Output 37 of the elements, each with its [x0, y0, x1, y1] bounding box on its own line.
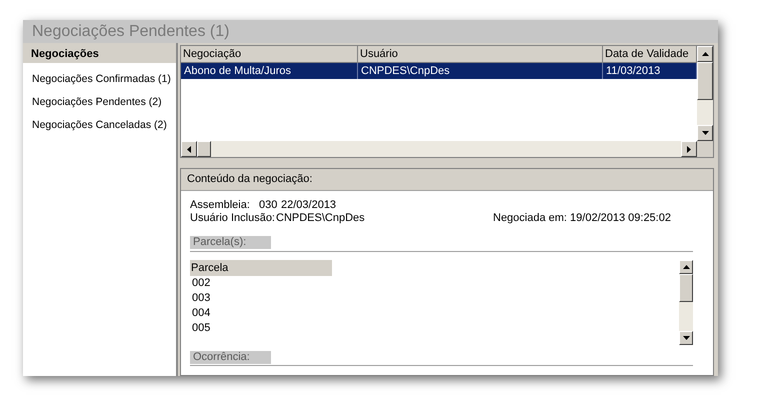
sidebar-link[interactable]: Negociações Confirmadas (1) — [32, 72, 171, 87]
scroll-thumb[interactable] — [697, 62, 713, 100]
table-cell: Abono de Multa/Juros — [181, 63, 358, 79]
user-label: Usuário Inclusão: — [190, 211, 276, 226]
table-cell: 004 — [192, 306, 210, 320]
table-cell: 003 — [192, 290, 210, 306]
sidebar-link[interactable]: Negociações Pendentes (2) — [32, 95, 162, 110]
negotiated-date: Negociada em: 19/02/2013 09:25:02 — [493, 211, 671, 226]
scroll-thumb[interactable] — [679, 274, 693, 302]
scroll-down-icon[interactable] — [697, 125, 713, 141]
table-cell: CNPDES\CnpDes — [358, 63, 603, 79]
scroll-left-icon[interactable] — [181, 141, 197, 157]
table-row[interactable]: Abono de Multa/Juros CNPDES\CnpDes 11/03/2013 — [181, 63, 697, 79]
scroll-down-icon[interactable] — [679, 330, 693, 344]
assembly-label: Assembleia: — [190, 198, 251, 212]
occurrence-label: Ocorrência: — [190, 350, 271, 364]
scrollbar-corner — [697, 141, 713, 157]
assembly-number: 030 — [259, 198, 278, 213]
vertical-scrollbar[interactable] — [679, 260, 693, 344]
user-value: CNPDES\CnpDes — [276, 211, 366, 226]
scroll-up-icon[interactable] — [679, 260, 693, 274]
window-title: Negociações Pendentes (1) — [32, 22, 230, 42]
vertical-scrollbar[interactable] — [697, 46, 713, 141]
installments-label: Parcela(s): — [190, 236, 271, 249]
sidebar-title: Negociações — [31, 46, 99, 62]
scroll-up-icon[interactable] — [697, 46, 713, 62]
sidebar-link[interactable]: Negociações Canceladas (2) — [32, 118, 167, 133]
horizontal-scroll-thumb[interactable] — [197, 141, 211, 157]
scroll-right-icon[interactable] — [681, 141, 697, 157]
assembly-date: 22/03/2013 — [281, 198, 336, 213]
column-header: Parcela — [190, 260, 332, 276]
column-header[interactable]: Negociação — [181, 46, 358, 63]
column-header[interactable]: Data de Validade — [603, 46, 697, 63]
details-title: Conteúdo da negociação: — [187, 172, 312, 188]
table-cell: 005 — [192, 320, 210, 336]
table-cell: 002 — [192, 276, 210, 290]
column-header[interactable]: Usuário — [358, 46, 603, 63]
